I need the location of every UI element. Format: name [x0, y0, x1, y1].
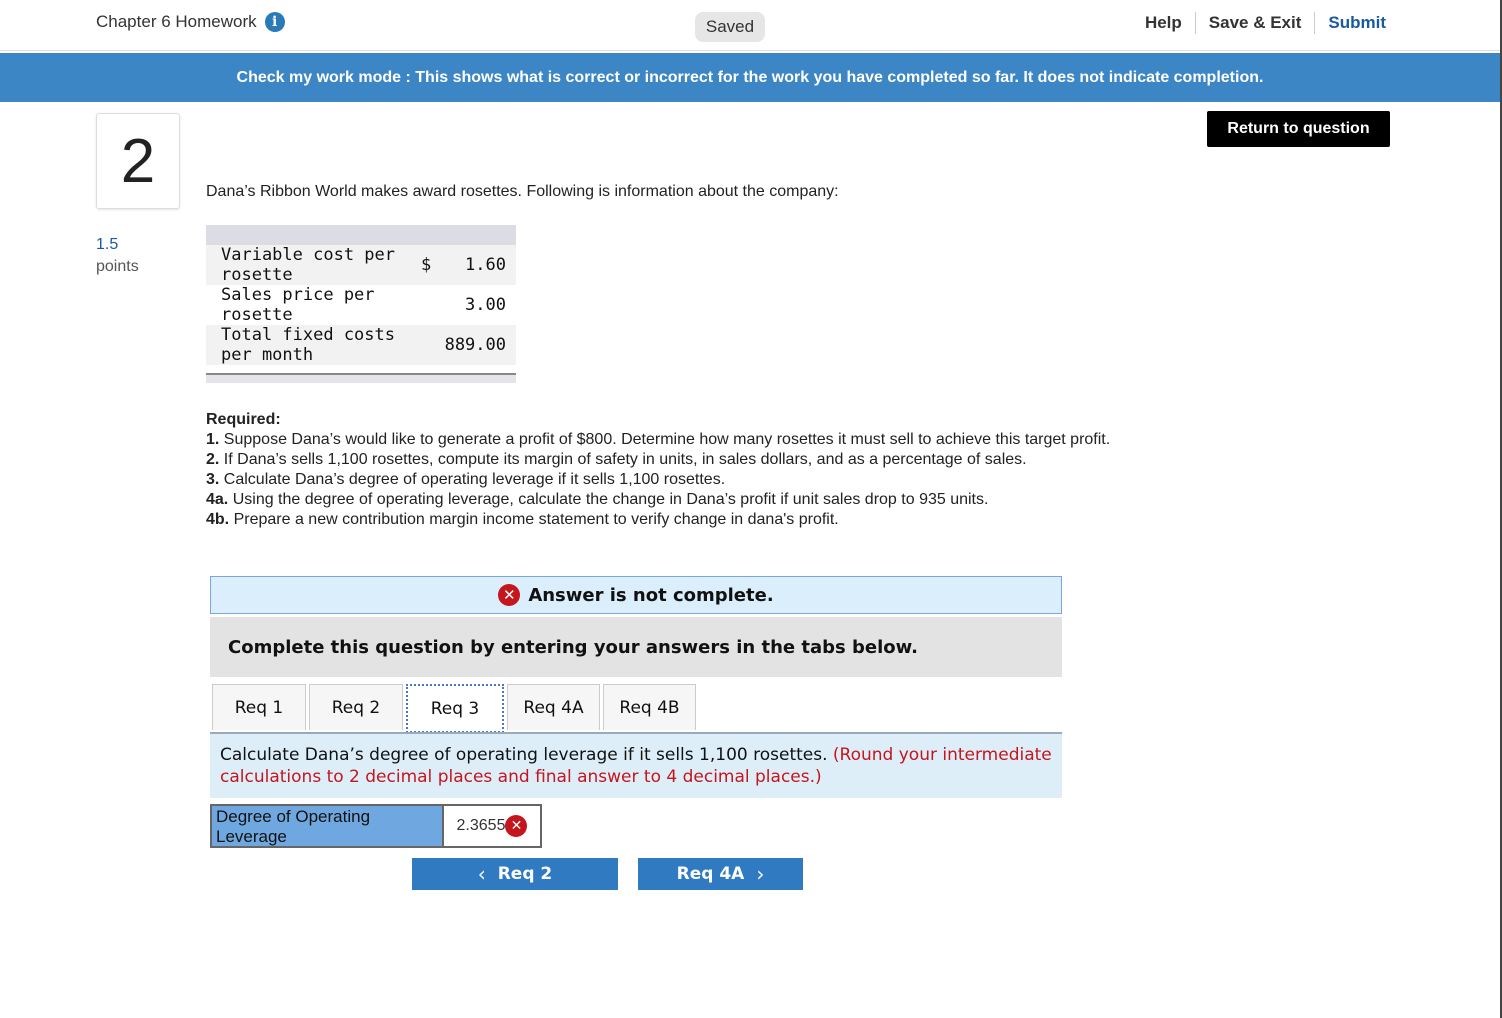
required-item: 4b. Prepare a new contribution margin in…: [206, 510, 1126, 530]
required-text: Using the degree of operating leverage, …: [232, 491, 989, 508]
required-text: Calculate Dana’s degree of operating lev…: [223, 471, 726, 488]
x-circle-icon: ✕: [498, 584, 521, 606]
tab-req-2[interactable]: Req 2: [309, 684, 403, 730]
chapter-title: Chapter 6 Homework i: [96, 12, 285, 32]
chevron-left-icon: ‹: [477, 862, 486, 886]
required-item: 1. Suppose Dana’s would like to generate…: [206, 430, 1126, 450]
saved-status-badge: Saved: [695, 12, 765, 42]
prev-req-label: Req 2: [497, 864, 553, 884]
tab-question-text: Calculate Dana’s degree of operating lev…: [220, 745, 828, 765]
required-key: 1.: [206, 431, 220, 448]
instructions-text: Complete this question by entering your …: [210, 617, 1062, 677]
help-link[interactable]: Help: [1132, 13, 1195, 33]
dol-answer-field[interactable]: 2.3655 ✕: [444, 804, 542, 848]
table-row: Total fixed costs per month 889.00: [206, 325, 516, 365]
points-value: 1.5: [96, 236, 119, 253]
top-bar: Chapter 6 Homework i Saved Help Save & E…: [0, 0, 1500, 51]
table-footer: [206, 373, 516, 383]
tab-req-4b[interactable]: Req 4B: [603, 684, 696, 730]
check-work-banner: Check my work mode : This shows what is …: [0, 53, 1500, 102]
required-section: Required: 1. Suppose Dana’s would like t…: [206, 410, 1126, 530]
required-key: 3.: [206, 471, 220, 488]
tab-req-1[interactable]: Req 1: [212, 684, 306, 730]
row-value: 3.00: [465, 295, 506, 315]
dollar-sign: $: [421, 255, 432, 275]
submit-link[interactable]: Submit: [1315, 13, 1386, 33]
required-text: Prepare a new contribution margin income…: [233, 511, 839, 528]
required-heading: Required:: [206, 411, 281, 428]
points-label: points: [96, 258, 139, 275]
notice-text: Answer is not complete.: [528, 584, 774, 606]
return-to-question-button[interactable]: Return to question: [1207, 111, 1390, 147]
top-links: Help Save & Exit Submit: [1132, 12, 1386, 34]
next-req-button[interactable]: Req 4A ›: [638, 858, 803, 890]
row-label: Sales price per rosette: [221, 285, 375, 325]
required-key: 2.: [206, 451, 220, 468]
x-circle-icon: ✕: [505, 815, 528, 837]
answer-label: Degree of Operating Leverage: [210, 804, 444, 848]
info-icon[interactable]: i: [264, 12, 285, 32]
table-row: Sales price per rosette 3.00: [206, 285, 516, 325]
row-value: 1.60: [465, 255, 506, 275]
row-value: 889.00: [444, 335, 506, 355]
save-exit-link[interactable]: Save & Exit: [1196, 13, 1315, 33]
question-number: 2: [96, 113, 180, 209]
table-row: Variable cost per rosette $ 1.60: [206, 245, 516, 285]
required-text: If Dana’s sells 1,100 rosettes, compute …: [223, 451, 1027, 468]
required-key: 4b.: [206, 511, 230, 528]
required-item: 4a. Using the degree of operating levera…: [206, 490, 1126, 510]
answer-value[interactable]: 2.3655: [457, 817, 506, 835]
tab-req-3[interactable]: Req 3: [406, 684, 504, 733]
question-intro: Dana’s Ribbon World makes award rosettes…: [206, 183, 839, 200]
prev-req-button[interactable]: ‹ Req 2: [412, 858, 618, 890]
required-item: 3. Calculate Dana’s degree of operating …: [206, 470, 1126, 490]
required-text: Suppose Dana’s would like to generate a …: [223, 431, 1111, 448]
answer-row: Degree of Operating Leverage 2.3655 ✕: [210, 804, 542, 848]
chevron-right-icon: ›: [756, 862, 765, 886]
table-header: [206, 225, 516, 245]
req-tabs: Req 1 Req 2 Req 3 Req 4A Req 4B: [212, 684, 696, 733]
tab-question: Calculate Dana’s degree of operating lev…: [210, 734, 1062, 798]
next-req-label: Req 4A: [676, 864, 745, 884]
chapter-title-text: Chapter 6 Homework: [96, 12, 257, 31]
row-label: Variable cost per rosette: [221, 245, 395, 285]
table-body: Variable cost per rosette $ 1.60 Sales p…: [206, 245, 516, 365]
tab-req-4a[interactable]: Req 4A: [507, 684, 600, 730]
required-item: 2. If Dana’s sells 1,100 rosettes, compu…: [206, 450, 1126, 470]
required-key: 4a.: [206, 491, 229, 508]
company-data-table: Variable cost per rosette $ 1.60 Sales p…: [206, 225, 516, 383]
answer-incomplete-notice: ✕ Answer is not complete.: [210, 576, 1062, 614]
row-label: Total fixed costs per month: [221, 325, 395, 365]
